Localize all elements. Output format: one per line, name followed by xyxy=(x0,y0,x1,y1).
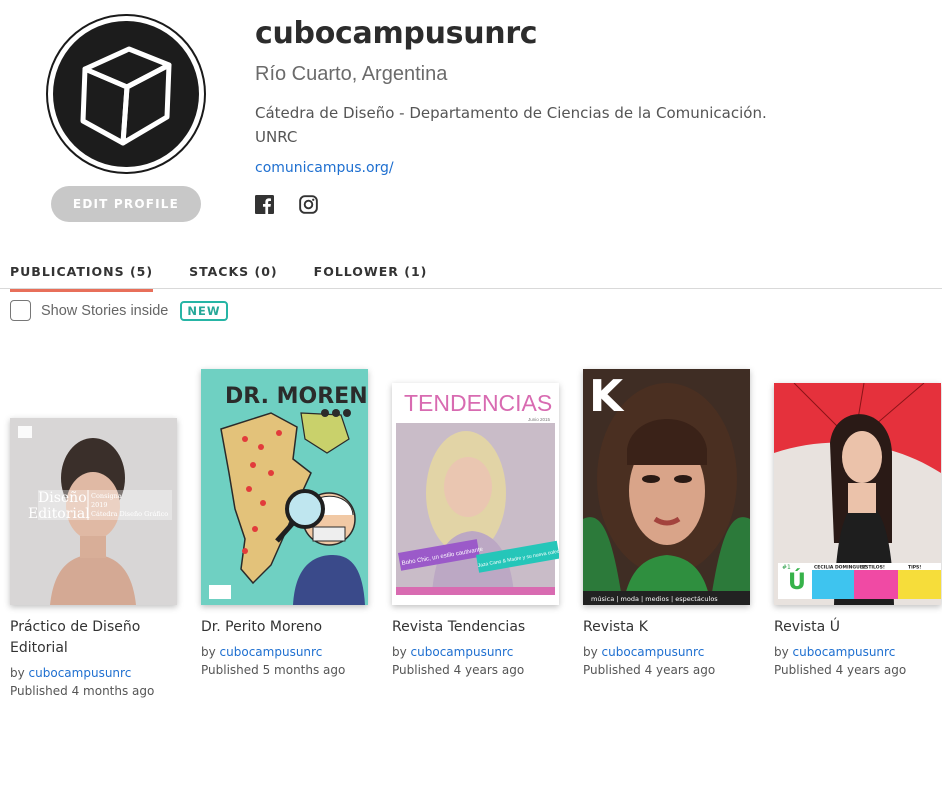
profile-username: cubocampusunrc xyxy=(255,16,538,51)
show-stories-checkbox[interactable] xyxy=(10,300,31,321)
avatar[interactable] xyxy=(46,14,206,174)
cover-box3: TIPS! xyxy=(908,565,921,571)
by-prefix: by xyxy=(774,645,789,659)
profile-tabs: PUBLICATIONS (5) STACKS (0) FOLLOWER (1) xyxy=(10,258,427,292)
tab-publications[interactable]: PUBLICATIONS (5) xyxy=(10,258,154,292)
publication-date: Published 4 months ago xyxy=(10,684,155,698)
publication-title[interactable]: Revista Ú xyxy=(774,617,942,638)
publication-cover[interactable]: #1 Ú CECILIA DOMINGUEZ ESTILOS! TIPS! xyxy=(774,383,941,605)
facebook-icon[interactable] xyxy=(255,195,274,214)
cover-box1: CECILIA DOMINGUEZ xyxy=(814,565,867,571)
cover-side-text3: Cátedra Diseño Gráfico xyxy=(91,510,168,518)
publication-author-link[interactable]: cubocampusunrc xyxy=(29,666,132,680)
publication-meta: by cubocampusunrc Published 4 years ago xyxy=(774,643,942,679)
publication-meta: by cubocampusunrc Published 4 years ago xyxy=(392,643,572,679)
tab-stacks[interactable]: STACKS (0) xyxy=(189,258,278,292)
publication-cover[interactable]: K música | moda | medios | espectáculos xyxy=(583,369,750,605)
publication-byline: by cubocampusunrc xyxy=(10,664,190,682)
publication-author-link[interactable]: cubocampusunrc xyxy=(220,645,323,659)
publication-meta: by cubocampusunrc Published 4 months ago xyxy=(10,664,190,700)
cover-date: Junio 2015 xyxy=(528,417,551,422)
profile-bio: Cátedra de Diseño - Departamento de Cien… xyxy=(255,104,767,146)
cover-text-line1: Diseño xyxy=(38,490,87,506)
publication-byline: by cubocampusunrc xyxy=(583,643,763,661)
publication-cover[interactable]: Diseño Editorial Consigna 2019 Cátedra D… xyxy=(10,418,177,605)
cover-side-text1: Consigna xyxy=(91,492,122,500)
publication-byline: by cubocampusunrc xyxy=(392,643,572,661)
tabs-divider xyxy=(0,288,942,289)
publication-title[interactable]: Práctico de Diseño Editorial xyxy=(10,617,180,659)
cover-masthead: K xyxy=(589,371,625,422)
cover-box2: ESTILOS! xyxy=(862,565,885,571)
publication-title[interactable]: Revista Tendencias xyxy=(392,617,562,638)
instagram-icon[interactable] xyxy=(299,195,318,214)
cover-masthead: Ú xyxy=(788,569,806,595)
cover-side-text2: 2019 xyxy=(91,501,108,509)
publication-date: Published 4 years ago xyxy=(392,663,525,677)
publication-cover[interactable]: DR. MORENO xyxy=(201,369,368,605)
publication-byline: by cubocampusunrc xyxy=(201,643,381,661)
publication-title[interactable]: Dr. Perito Moreno xyxy=(201,617,371,638)
profile-info: cubocampusunrc Río Cuarto, Argentina Cát… xyxy=(255,14,895,214)
by-prefix: by xyxy=(10,666,25,680)
publication-author-link[interactable]: cubocampusunrc xyxy=(411,645,514,659)
cover-text-line2: Editorial xyxy=(28,506,90,522)
cube-icon xyxy=(53,21,199,167)
publication-date: Published 4 years ago xyxy=(583,663,716,677)
edit-profile-button[interactable]: EDIT PROFILE xyxy=(51,186,201,222)
tab-followers[interactable]: FOLLOWER (1) xyxy=(314,258,428,292)
publication-byline: by cubocampusunrc xyxy=(774,643,942,661)
by-prefix: by xyxy=(201,645,216,659)
publication-meta: by cubocampusunrc Published 5 months ago xyxy=(201,643,381,679)
cover-masthead: DR. MORENO xyxy=(225,384,368,409)
publication-meta: by cubocampusunrc Published 4 years ago xyxy=(583,643,763,679)
profile-website-link[interactable]: comunicampus.org/ xyxy=(255,160,394,176)
publication-title[interactable]: Revista K xyxy=(583,617,753,638)
by-prefix: by xyxy=(583,645,598,659)
social-links xyxy=(255,195,895,214)
publication-date: Published 4 years ago xyxy=(774,663,907,677)
publication-cover[interactable]: TENDENCIAS Junio 2015 Boho Chic, un esti… xyxy=(392,383,559,605)
publication-date: Published 5 months ago xyxy=(201,663,346,677)
show-stories-label: Show Stories inside xyxy=(41,302,169,319)
publication-author-link[interactable]: cubocampusunrc xyxy=(793,645,896,659)
new-badge: NEW xyxy=(180,300,228,321)
show-stories-toggle: Show Stories inside NEW xyxy=(10,300,228,321)
by-prefix: by xyxy=(392,645,407,659)
profile-location: Río Cuarto, Argentina xyxy=(255,63,448,85)
cover-masthead: TENDENCIAS xyxy=(404,390,552,416)
publication-author-link[interactable]: cubocampusunrc xyxy=(602,645,705,659)
cover-footer: música | moda | medios | espectáculos xyxy=(591,595,718,603)
